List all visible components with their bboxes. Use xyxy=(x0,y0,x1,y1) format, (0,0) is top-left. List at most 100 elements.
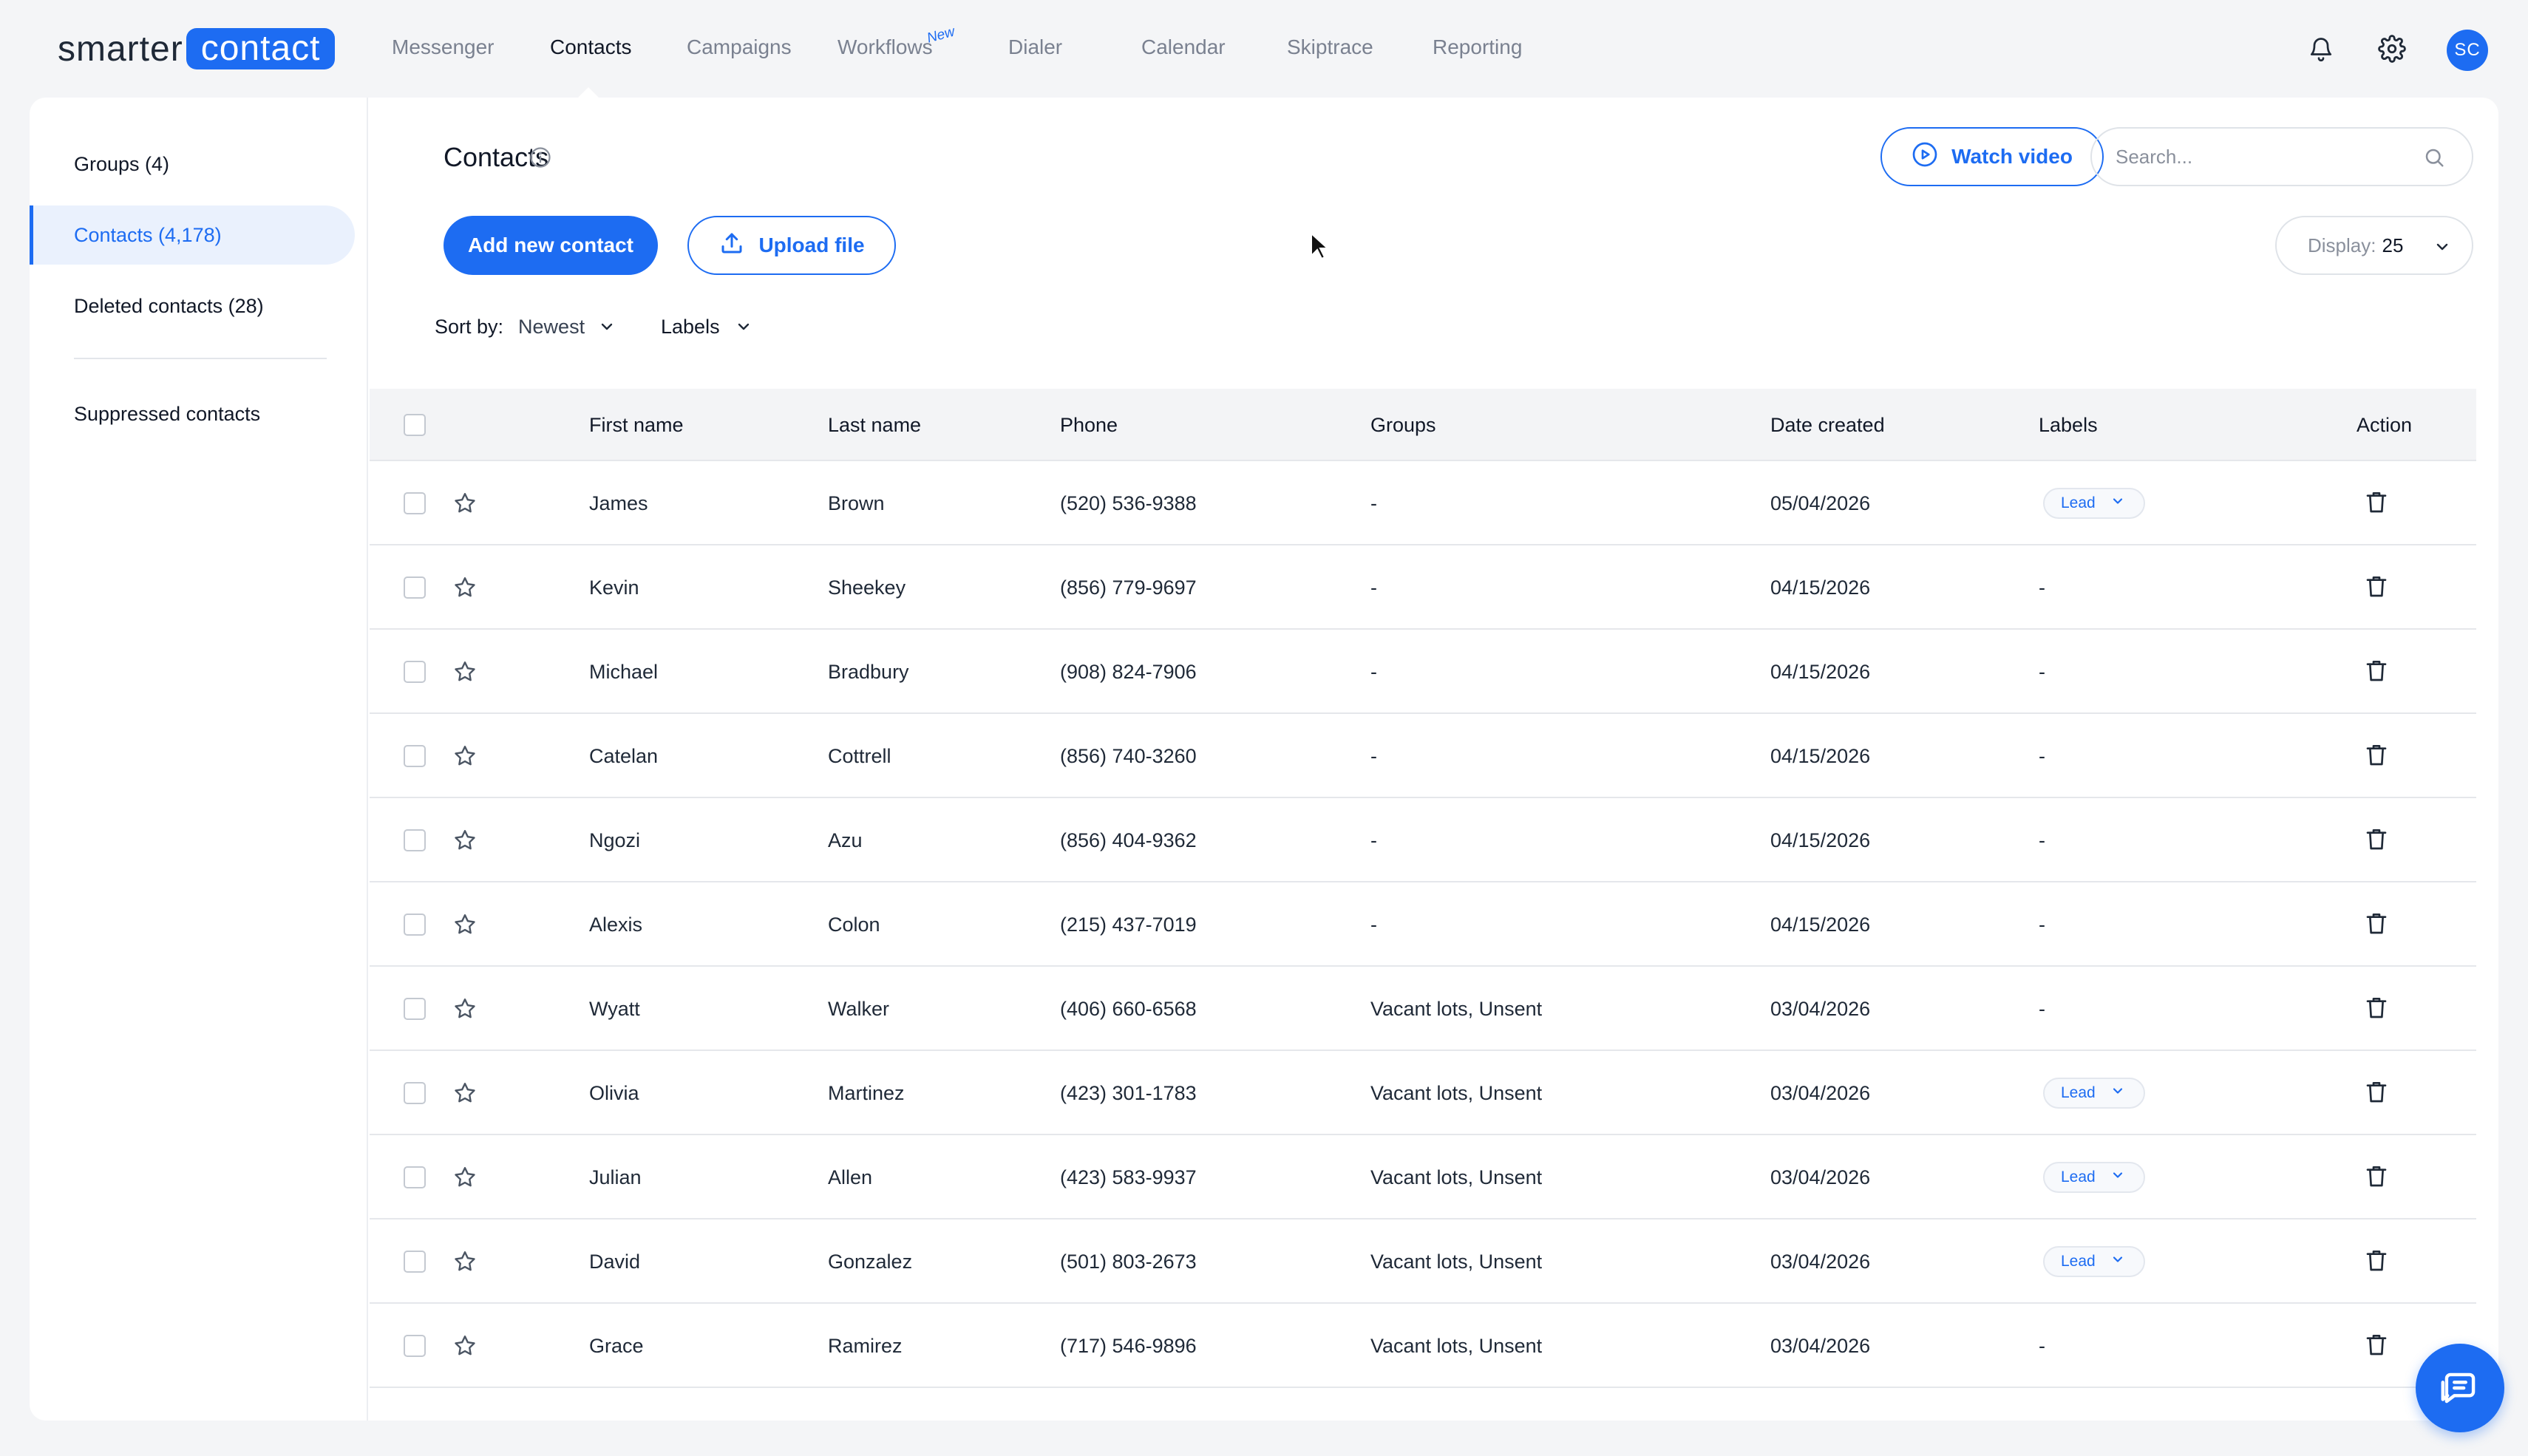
table-row[interactable]: Julian Allen (423) 583-9937 Vacant lots,… xyxy=(370,1135,2476,1219)
cell-last-name: Walker xyxy=(828,998,890,1020)
column-first-name[interactable]: First name xyxy=(589,389,684,461)
gear-icon[interactable] xyxy=(2376,33,2408,65)
row-checkbox[interactable] xyxy=(404,829,426,851)
table-row[interactable]: Wyatt Walker (406) 660-6568 Vacant lots,… xyxy=(370,967,2476,1051)
cell-groups: - xyxy=(1370,576,1377,599)
chat-support-button[interactable] xyxy=(2416,1344,2504,1432)
trash-icon[interactable] xyxy=(2365,575,2388,602)
table-row[interactable]: Catelan Cottrell (856) 740-3260 - 04/15/… xyxy=(370,714,2476,798)
nav-contacts[interactable]: Contacts xyxy=(550,33,632,62)
sort-select[interactable]: Newest xyxy=(518,316,616,339)
table-row[interactable]: Michael Bradbury (908) 824-7906 - 04/15/… xyxy=(370,630,2476,714)
row-checkbox[interactable] xyxy=(404,661,426,683)
nav-calendar[interactable]: Calendar xyxy=(1141,33,1226,62)
star-icon[interactable] xyxy=(452,828,478,857)
trash-icon[interactable] xyxy=(2365,912,2388,939)
search-input[interactable] xyxy=(2116,145,2411,169)
column-date-created[interactable]: Date created xyxy=(1770,389,1885,461)
select-all-checkbox[interactable] xyxy=(404,414,426,436)
row-checkbox[interactable] xyxy=(404,745,426,767)
star-icon[interactable] xyxy=(452,996,478,1025)
row-checkbox[interactable] xyxy=(404,492,426,514)
star-icon[interactable] xyxy=(452,1081,478,1109)
cell-phone: (717) 546-9896 xyxy=(1060,1335,1197,1357)
table-row[interactable]: James Brown (520) 536-9388 - 05/04/2026 … xyxy=(370,461,2476,545)
table-row[interactable]: Grace Ramirez (717) 546-9896 Vacant lots… xyxy=(370,1304,2476,1388)
table-row[interactable]: Olivia Martinez (423) 301-1783 Vacant lo… xyxy=(370,1051,2476,1135)
bell-icon[interactable] xyxy=(2305,33,2337,65)
star-icon[interactable] xyxy=(452,1249,478,1278)
cell-date-created: 04/15/2026 xyxy=(1770,661,1871,683)
cell-labels: - xyxy=(2039,576,2045,599)
column-labels[interactable]: Labels xyxy=(2039,389,2098,461)
trash-icon[interactable] xyxy=(2365,1165,2388,1192)
play-icon xyxy=(1912,141,1938,173)
display-count-select[interactable]: Display: 25 xyxy=(2275,216,2473,275)
chevron-down-icon xyxy=(601,323,613,330)
sidebar-item-contacts[interactable]: Contacts (4,178) xyxy=(30,205,355,265)
search-icon[interactable] xyxy=(2423,146,2445,172)
trash-icon[interactable] xyxy=(2365,491,2388,518)
row-checkbox[interactable] xyxy=(404,1082,426,1104)
column-groups[interactable]: Groups xyxy=(1370,389,1436,461)
cell-last-name: Colon xyxy=(828,914,880,936)
trash-icon[interactable] xyxy=(2365,828,2388,855)
row-checkbox[interactable] xyxy=(404,1335,426,1357)
sidebar-item-suppressed-contacts[interactable]: Suppressed contacts xyxy=(30,384,355,443)
nav-workflows[interactable]: Workflows New xyxy=(837,24,957,62)
trash-icon[interactable] xyxy=(2365,996,2388,1024)
user-avatar[interactable]: SC xyxy=(2447,30,2488,71)
label-chip[interactable]: Lead xyxy=(2043,1246,2145,1277)
star-icon[interactable] xyxy=(452,575,478,604)
nav-campaigns[interactable]: Campaigns xyxy=(687,33,792,62)
upload-file-label: Upload file xyxy=(758,234,865,256)
star-icon[interactable] xyxy=(452,744,478,772)
star-icon[interactable] xyxy=(452,912,478,941)
column-phone[interactable]: Phone xyxy=(1060,389,1118,461)
trash-icon[interactable] xyxy=(2365,744,2388,771)
nav-dialer[interactable]: Dialer xyxy=(1008,33,1062,62)
cell-labels: - xyxy=(2039,1335,2045,1357)
nav-reporting[interactable]: Reporting xyxy=(1433,33,1522,62)
trash-icon[interactable] xyxy=(2365,1249,2388,1276)
label-chip[interactable]: Lead xyxy=(2043,1078,2145,1109)
labels-filter[interactable]: Labels xyxy=(661,312,752,341)
cell-phone: (520) 536-9388 xyxy=(1060,492,1197,514)
row-checkbox[interactable] xyxy=(404,576,426,599)
upload-file-button[interactable]: Upload file xyxy=(687,216,896,275)
table-row[interactable]: Alexis Colon (215) 437-7019 - 04/15/2026… xyxy=(370,882,2476,967)
table-row[interactable]: Kevin Sheekey (856) 779-9697 - 04/15/202… xyxy=(370,545,2476,630)
info-icon[interactable] xyxy=(529,146,551,172)
label-chip[interactable]: Lead xyxy=(2043,1162,2145,1193)
star-icon[interactable] xyxy=(452,1333,478,1362)
row-checkbox[interactable] xyxy=(404,914,426,936)
column-last-name[interactable]: Last name xyxy=(828,389,921,461)
row-checkbox[interactable] xyxy=(404,1166,426,1188)
sidebar-item-groups[interactable]: Groups (4) xyxy=(30,135,355,194)
smartercontact-logo[interactable]: smarter contact xyxy=(58,28,336,69)
search-field[interactable] xyxy=(2090,127,2473,186)
row-checkbox[interactable] xyxy=(404,1251,426,1273)
star-icon[interactable] xyxy=(452,1165,478,1194)
cell-date-created: 03/04/2026 xyxy=(1770,1166,1871,1188)
sidebar-item-deleted-contacts[interactable]: Deleted contacts (28) xyxy=(30,276,355,336)
star-icon[interactable] xyxy=(452,659,478,688)
label-chip[interactable]: Lead xyxy=(2043,488,2145,519)
cell-groups: - xyxy=(1370,492,1377,514)
table-row[interactable]: Ngozi Azu (856) 404-9362 - 04/15/2026 - xyxy=(370,798,2476,882)
trash-icon[interactable] xyxy=(2365,659,2388,687)
add-new-contact-button[interactable]: Add new contact xyxy=(444,216,658,275)
chevron-down-icon xyxy=(2110,1168,2125,1187)
nav-skiptrace[interactable]: Skiptrace xyxy=(1287,33,1373,62)
row-checkbox[interactable] xyxy=(404,998,426,1020)
table-row[interactable]: David Gonzalez (501) 803-2673 Vacant lot… xyxy=(370,1219,2476,1304)
watch-video-button[interactable]: Watch video xyxy=(1880,127,2104,186)
logo-text-smarter: smarter xyxy=(58,29,183,69)
trash-icon[interactable] xyxy=(2365,1081,2388,1108)
cell-phone: (856) 779-9697 xyxy=(1060,576,1197,599)
star-icon[interactable] xyxy=(452,491,478,520)
nav-messenger[interactable]: Messenger xyxy=(392,33,495,62)
trash-icon[interactable] xyxy=(2365,1333,2388,1361)
cell-last-name: Brown xyxy=(828,492,885,514)
cell-last-name: Sheekey xyxy=(828,576,906,599)
